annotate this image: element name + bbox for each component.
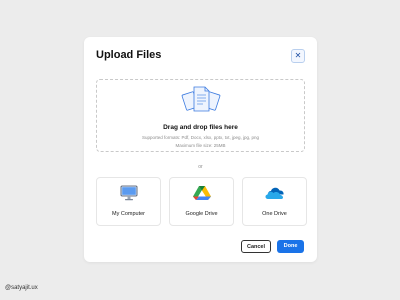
close-button[interactable]: ✕ — [291, 49, 305, 63]
onedrive-icon — [264, 187, 284, 199]
close-icon: ✕ — [294, 51, 302, 60]
max-file-size-text: Maximum file size: 25MB — [175, 143, 226, 148]
or-separator: or — [198, 164, 203, 170]
supported-formats-text: Supported formats: Pdf, Docx, xlsx, pptx… — [141, 135, 260, 140]
computer-icon — [120, 185, 137, 201]
upload-modal: Upload Files ✕ Drag and drop files here … — [84, 37, 317, 262]
drop-zone-title: Drag and drop files here — [163, 124, 238, 131]
source-label: One Drive — [262, 211, 287, 217]
source-label: Google Drive — [185, 211, 218, 217]
source-my-computer[interactable]: My Computer — [96, 177, 161, 226]
watermark: @satyajit.ux — [5, 285, 38, 291]
source-google-drive[interactable]: Google Drive — [169, 177, 234, 226]
drop-zone[interactable]: Drag and drop files here Supported forma… — [96, 79, 305, 152]
source-label: My Computer — [111, 211, 145, 217]
google-drive-icon — [192, 186, 211, 200]
cancel-button[interactable]: Cancel — [241, 240, 271, 253]
upload-sources: My Computer Google Drive One Drive — [96, 177, 307, 226]
documents-icon — [181, 86, 221, 112]
source-one-drive[interactable]: One Drive — [242, 177, 307, 226]
modal-title: Upload Files — [96, 49, 162, 61]
done-button[interactable]: Done — [277, 240, 304, 253]
